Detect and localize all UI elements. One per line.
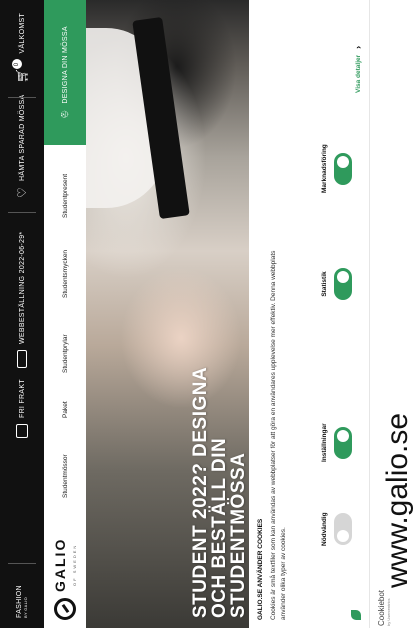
marketing-switch[interactable]: [334, 152, 352, 185]
toggle-label: Marknadsföring: [321, 144, 328, 193]
site-url-watermark: www.galio.se: [381, 412, 414, 588]
cart-icon: 🛒︎: [15, 67, 29, 83]
toggle-statistics: Statistik: [321, 268, 352, 300]
cookiebot-name: Cookiebot: [377, 589, 386, 626]
free-shipping: FRI FRAKT: [0, 379, 44, 438]
fashion-label: FASHION: [16, 585, 23, 618]
main-navbar: GALIO OF SWEDEN Studentmössor Paket Stud…: [44, 0, 86, 628]
hero-title-line: OCH BESTÄLL DIN: [209, 437, 230, 618]
pickup-saved-cap-link[interactable]: ♡ HÄMTA SPARAD MÖSSA: [0, 95, 44, 199]
web-order-label: WEBBESTÄLLNING 2022-06-29*: [18, 231, 26, 344]
preferences-switch[interactable]: [334, 426, 352, 459]
top-utility-bar: FASHION BY GALIO FRI FRAKT WEBBESTÄLLNIN…: [0, 0, 44, 628]
cookie-title: GALIO.SE ANVÄNDER COOKIES: [257, 518, 264, 620]
show-details-label: Visa detaljer: [354, 54, 362, 93]
fashion-sub-label: BY GALIO: [23, 596, 28, 618]
nav-item-studentsmycken[interactable]: Studentsmycken: [44, 250, 86, 298]
nav-item-studentmossor[interactable]: Studentmössor: [44, 454, 86, 498]
galio-logo-mark-icon: [53, 598, 76, 620]
hero-title-line: STUDENTMÖSSA: [228, 452, 249, 618]
package-icon: [16, 424, 28, 438]
divider: [8, 97, 36, 98]
pickup-label: HÄMTA SPARAD MÖSSA: [18, 94, 26, 181]
statistics-switch[interactable]: [334, 268, 352, 300]
divider: [8, 563, 36, 564]
hero-title-line: STUDENT 2022? DESIGNA: [190, 366, 211, 618]
divider: [369, 0, 370, 628]
truck-icon: [17, 350, 27, 368]
nav-item-paket[interactable]: Paket: [44, 401, 86, 418]
divider: [8, 212, 36, 213]
cookiebot-sub: by Usercentrics: [386, 598, 391, 626]
hero-title: STUDENT 2022? DESIGNA OCH BESTÄLL DIN ST…: [190, 338, 249, 618]
galio-logo[interactable]: GALIO OF SWEDEN: [52, 538, 77, 620]
toggle-label: Inställningar: [321, 423, 328, 462]
heart-icon: ♡: [15, 186, 29, 198]
show-details-link[interactable]: Visa detaljer ›: [353, 46, 363, 93]
logo-name: GALIO: [52, 537, 68, 592]
logo-tagline: OF SWEDEN: [72, 543, 77, 586]
toggle-marketing: Marknadsföring: [321, 144, 352, 193]
cart-link[interactable]: 🛒︎ 0 VÄLKOMST: [0, 13, 44, 83]
toggle-preferences: Inställningar: [321, 423, 352, 462]
cookie-toggles: Nödvändig Inställningar Statistik Markna…: [321, 0, 381, 628]
toggle-label: Statistik: [321, 271, 328, 297]
chevron-right-icon: ›: [353, 45, 363, 49]
cap-icon: ⛑︎: [62, 109, 69, 119]
hero-banner[interactable]: STUDENT 2022? DESIGNA OCH BESTÄLL DIN ST…: [86, 0, 249, 628]
nav-item-studentpresent[interactable]: Studentpresent: [44, 174, 86, 218]
web-order-info: WEBBESTÄLLNING 2022-06-29*: [0, 232, 44, 368]
nav-item-studentprylar[interactable]: Studentprylar: [44, 334, 86, 373]
free-shipping-label: FRI FRAKT: [18, 379, 26, 418]
welcome-label: VÄLKOMST: [18, 12, 26, 54]
necessary-switch[interactable]: [334, 513, 352, 546]
design-button-label: DESIGNA DIN MÖSSA: [61, 26, 69, 104]
cookie-description: Cookies är små textfiler som kan använda…: [270, 250, 287, 620]
fashion-link[interactable]: FASHION BY GALIO: [0, 585, 44, 618]
rotated-page: FASHION BY GALIO FRI FRAKT WEBBESTÄLLNIN…: [0, 0, 419, 628]
toggle-necessary: Nödvändig: [321, 512, 352, 546]
usercentrics-leaf-icon: [351, 610, 361, 620]
design-your-cap-button[interactable]: ⛑︎ DESIGNA DIN MÖSSA: [44, 0, 86, 145]
cookie-consent-banner: GALIO.SE ANVÄNDER COOKIES Cookies är små…: [249, 0, 419, 628]
cookiebot-logo: Cookiebot by Usercentrics: [377, 590, 391, 626]
toggle-label: Nödvändig: [321, 512, 328, 546]
